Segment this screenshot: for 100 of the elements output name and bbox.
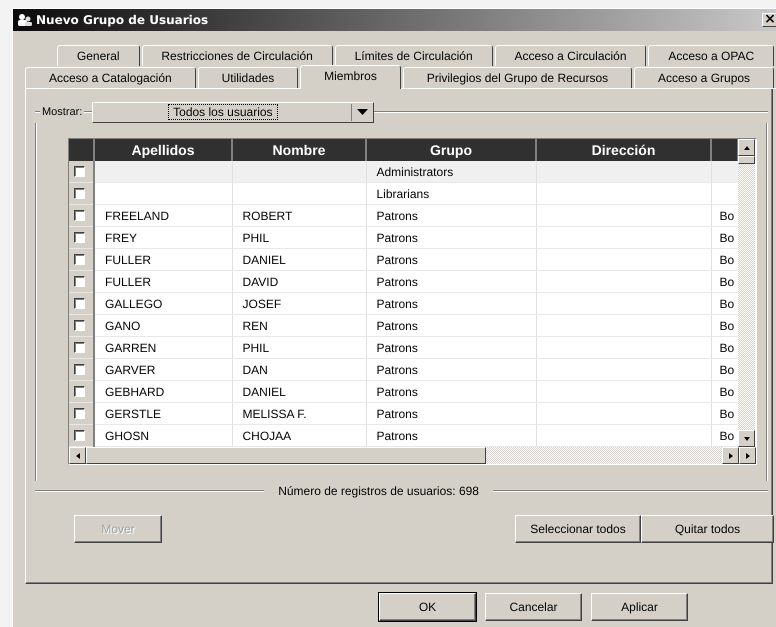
- close-button[interactable]: ×: [762, 13, 776, 27]
- column-header[interactable]: Grupo: [366, 139, 536, 161]
- table-row[interactable]: GALLEGO JOSEF Patrons Bo: [69, 292, 738, 314]
- table-cell: Librarians: [376, 186, 430, 200]
- table-cell: Patrons: [376, 406, 418, 420]
- scroll-left-icon[interactable]: [69, 447, 86, 464]
- checkbox[interactable]: [74, 276, 85, 287]
- table-cell: Bo: [720, 340, 734, 354]
- table-cell: PHIL: [242, 230, 270, 244]
- checkbox[interactable]: [74, 166, 85, 177]
- checkbox[interactable]: [74, 210, 85, 221]
- table-row[interactable]: Librarians: [69, 182, 738, 204]
- table-cell: FULLER: [105, 252, 152, 266]
- tab[interactable]: Privilegios del Grupo de Recursos: [402, 67, 632, 88]
- tab[interactable]: Acceso a Grupos: [634, 67, 774, 88]
- users-icon: [17, 13, 33, 27]
- tab[interactable]: General: [57, 45, 140, 66]
- action-button[interactable]: Seleccionar todos: [515, 515, 641, 543]
- tab[interactable]: Restricciones de Circulación: [142, 45, 333, 66]
- table-cell: FULLER: [105, 274, 152, 288]
- table-cell: Patrons: [376, 230, 418, 244]
- tab[interactable]: Límites de Circulación: [334, 45, 493, 66]
- table-row[interactable]: Administrators: [69, 161, 738, 182]
- table-cell: Patrons: [376, 252, 418, 266]
- column-header[interactable]: Nombre: [232, 139, 366, 161]
- table-cell: JOSEF: [242, 296, 282, 310]
- table-cell: Patrons: [376, 362, 418, 376]
- checkbox[interactable]: [74, 386, 85, 397]
- scrollbar-thumb[interactable]: [738, 156, 755, 164]
- checkbox[interactable]: [74, 320, 85, 331]
- checkbox[interactable]: [74, 430, 85, 441]
- tab[interactable]: Miembros: [300, 65, 401, 89]
- table-cell: Bo: [720, 296, 734, 310]
- vertical-scrollbar[interactable]: [738, 139, 755, 447]
- table-cell: Bo: [720, 208, 734, 222]
- checkbox[interactable]: [74, 364, 85, 375]
- table-row[interactable]: GERSTLE MELISSA F. Patrons Bo: [69, 402, 738, 424]
- table-cell: Patrons: [376, 340, 418, 354]
- table-cell: Patrons: [376, 274, 418, 288]
- table-row[interactable]: FREY PHIL Patrons Bo: [69, 226, 738, 248]
- checkbox[interactable]: [74, 254, 85, 265]
- scroll-right-icon[interactable]: [722, 447, 739, 464]
- table-row[interactable]: FREELAND ROBERT Patrons Bo: [69, 204, 738, 226]
- tab[interactable]: Acceso a Catalogación: [25, 67, 196, 88]
- horizontal-scrollbar[interactable]: [69, 447, 756, 464]
- scroll-down-icon[interactable]: [738, 430, 755, 447]
- checkbox[interactable]: [74, 342, 85, 353]
- dialog-button[interactable]: OK: [379, 593, 476, 621]
- table-row[interactable]: FULLER DANIEL Patrons Bo: [69, 248, 738, 270]
- window-title: Nuevo Grupo de Usuarios: [36, 13, 208, 27]
- table-cell: MELISSA F.: [242, 406, 307, 420]
- table-cell: REN: [242, 318, 268, 332]
- table-cell: Patrons: [376, 208, 418, 222]
- column-header[interactable]: Apellidos: [94, 139, 232, 161]
- record-count: Número de registros de usuarios: 698: [278, 484, 479, 498]
- table-cell: Bo: [720, 406, 734, 420]
- table-cell: DANIEL: [242, 384, 286, 398]
- tab[interactable]: Acceso a OPAC: [648, 45, 774, 66]
- table-cell: GANO: [105, 318, 140, 332]
- checkbox[interactable]: [74, 188, 85, 199]
- action-button[interactable]: Quitar todos: [641, 515, 774, 543]
- table-cell: Patrons: [376, 296, 418, 310]
- scroll-up-icon[interactable]: [738, 139, 755, 156]
- table-cell: GARREN: [105, 340, 156, 354]
- table-cell: PHIL: [242, 340, 270, 354]
- table-row[interactable]: GARVER DAN Patrons Bo: [69, 358, 738, 380]
- table-cell: DAVID: [242, 274, 278, 288]
- table-cell: Bo: [720, 384, 734, 398]
- scrollbar-thumb[interactable]: [86, 447, 486, 464]
- table-cell: GEBHARD: [105, 384, 164, 398]
- table-cell: Patrons: [376, 428, 418, 442]
- table-cell: Administrators: [376, 164, 454, 178]
- table-cell: FREY: [105, 230, 138, 244]
- scroll-right-icon[interactable]: [739, 447, 756, 464]
- table-cell: GHOSN: [105, 428, 150, 442]
- filter-label: Mostrar:: [42, 106, 82, 118]
- table-row[interactable]: GARREN PHIL Patrons Bo: [69, 336, 738, 358]
- tab[interactable]: Utilidades: [198, 67, 298, 88]
- dropdown-arrow-icon: [356, 109, 368, 115]
- dialog-button[interactable]: Aplicar: [591, 593, 688, 621]
- table-cell: Patrons: [376, 318, 418, 332]
- table-cell: FREELAND: [105, 208, 170, 222]
- table-cell: Bo: [720, 428, 734, 442]
- column-header[interactable]: Dirección: [536, 139, 711, 161]
- checkbox[interactable]: [74, 298, 85, 309]
- table-row[interactable]: GEBHARD DANIEL Patrons Bo: [69, 380, 738, 402]
- table-row[interactable]: FULLER DAVID Patrons Bo: [69, 270, 738, 292]
- dialog-button[interactable]: Cancelar: [485, 593, 582, 621]
- table-cell: Bo: [720, 252, 734, 266]
- table-cell: ROBERT: [242, 208, 292, 222]
- table-cell: GARVER: [105, 362, 156, 376]
- table-cell: Bo: [720, 230, 734, 244]
- table-cell: DAN: [242, 362, 268, 376]
- table-cell: Bo: [720, 318, 734, 332]
- table-cell: GALLEGO: [105, 296, 162, 310]
- checkbox[interactable]: [74, 232, 85, 243]
- table-row[interactable]: GANO REN Patrons Bo: [69, 314, 738, 336]
- tab[interactable]: Acceso a Circulación: [494, 45, 646, 66]
- checkbox[interactable]: [74, 408, 85, 419]
- filter-dropdown[interactable]: Todos los usuarios: [92, 102, 374, 122]
